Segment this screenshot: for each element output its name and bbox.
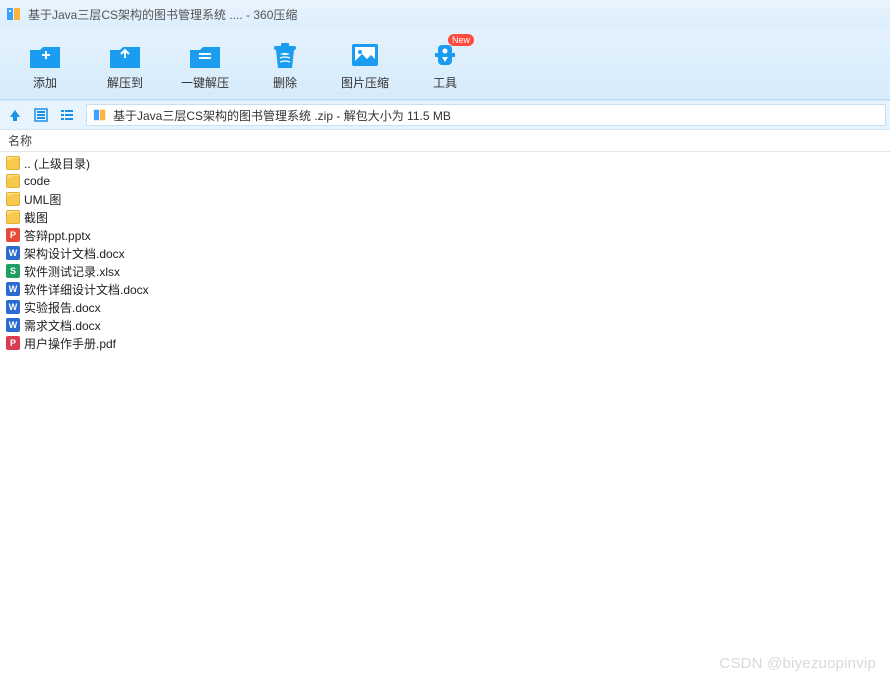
oneclick-icon (188, 40, 222, 70)
toolbar-label: 一键解压 (181, 74, 229, 91)
file-list: .. (上级目录) code UML图截图 P 答辩ppt.pptx W 架构设计文档.do… (0, 152, 890, 354)
list-item[interactable]: W 软件详细设计文档.docx (0, 280, 890, 298)
file-name: UML图 (24, 191, 61, 208)
list-item[interactable]: UML图 (0, 190, 890, 208)
folder-icon (6, 156, 20, 170)
docx-icon: W (6, 246, 20, 260)
toolbar-label: 工具 (433, 74, 457, 91)
column-name: 名称 (8, 132, 32, 149)
xlsx-icon: S (6, 264, 20, 278)
app-icon (6, 6, 22, 22)
watermark: CSDN @biyezuopinvip (719, 655, 876, 672)
pptx-icon: P (6, 228, 20, 242)
toolbar-label: 添加 (33, 74, 57, 91)
image_compress-button[interactable]: 图片压缩 (340, 40, 390, 91)
file-name: 用户操作手册.pdf (24, 335, 116, 352)
list-item[interactable]: code (0, 172, 890, 190)
delete-icon (268, 40, 302, 70)
folder-icon (6, 210, 20, 224)
archive-name: 基于Java三层CS架构的图书管理系统 .zip (113, 109, 333, 123)
file-name: 软件详细设计文档.docx (24, 281, 149, 298)
archive-icon (93, 108, 107, 122)
docx-icon: W (6, 300, 20, 314)
nav-up-button[interactable] (4, 104, 26, 126)
list-item[interactable]: P 答辩ppt.pptx (0, 226, 890, 244)
extract_to-button[interactable]: 解压到 (100, 40, 150, 91)
toolbar: 添加解压到一键解压删除图片压缩工具New (0, 28, 890, 100)
one_click-button[interactable]: 一键解压 (180, 40, 230, 91)
folder-icon (6, 174, 20, 188)
window-title: 基于Java三层CS架构的图书管理系统 .... - 360压缩 (28, 6, 297, 23)
file-name: .. (上级目录) (24, 155, 90, 172)
file-name: code (24, 174, 50, 188)
list-item[interactable]: W 需求文档.docx (0, 316, 890, 334)
column-header[interactable]: 名称 (0, 130, 890, 152)
list-item[interactable]: W 架构设计文档.docx (0, 244, 890, 262)
list-item[interactable]: P 用户操作手册.pdf (0, 334, 890, 352)
tools-button[interactable]: 工具New (420, 40, 470, 91)
extract-icon (108, 40, 142, 70)
new-badge: New (448, 34, 474, 46)
folder-icon (6, 192, 20, 206)
pdf-icon: P (6, 336, 20, 350)
list-item[interactable]: W 实验报告.docx (0, 298, 890, 316)
path-text: 基于Java三层CS架构的图书管理系统 .zip - 解包大小为 11.5 MB (113, 107, 451, 124)
view-mode-button[interactable] (30, 104, 52, 126)
file-name: 架构设计文档.docx (24, 245, 125, 262)
list-item[interactable]: S 软件测试记录.xlsx (0, 262, 890, 280)
file-name: 实验报告.docx (24, 299, 101, 316)
toolbar-label: 删除 (273, 74, 297, 91)
add-icon (28, 40, 62, 70)
titlebar: 基于Java三层CS架构的图书管理系统 .... - 360压缩 (0, 0, 890, 28)
delete-button[interactable]: 删除 (260, 40, 310, 91)
docx-icon: W (6, 282, 20, 296)
size-prefix: 解包大小为 (344, 109, 407, 123)
path-box[interactable]: 基于Java三层CS架构的图书管理系统 .zip - 解包大小为 11.5 MB (86, 104, 886, 126)
list-item[interactable]: .. (上级目录) (0, 154, 890, 172)
file-name: 需求文档.docx (24, 317, 101, 334)
toolbar-label: 解压到 (107, 74, 143, 91)
file-name: 软件测试记录.xlsx (24, 263, 120, 280)
file-name: 答辩ppt.pptx (24, 227, 91, 244)
docx-icon: W (6, 318, 20, 332)
toolbar-label: 图片压缩 (341, 74, 389, 91)
pathbar: 基于Java三层CS架构的图书管理系统 .zip - 解包大小为 11.5 MB (0, 100, 890, 130)
add-button[interactable]: 添加 (20, 40, 70, 91)
size-value: 11.5 MB (407, 109, 451, 123)
image-compress-icon (348, 40, 382, 70)
list-view-button[interactable] (56, 104, 78, 126)
file-name: 截图 (24, 209, 48, 226)
list-item[interactable]: 截图 (0, 208, 890, 226)
